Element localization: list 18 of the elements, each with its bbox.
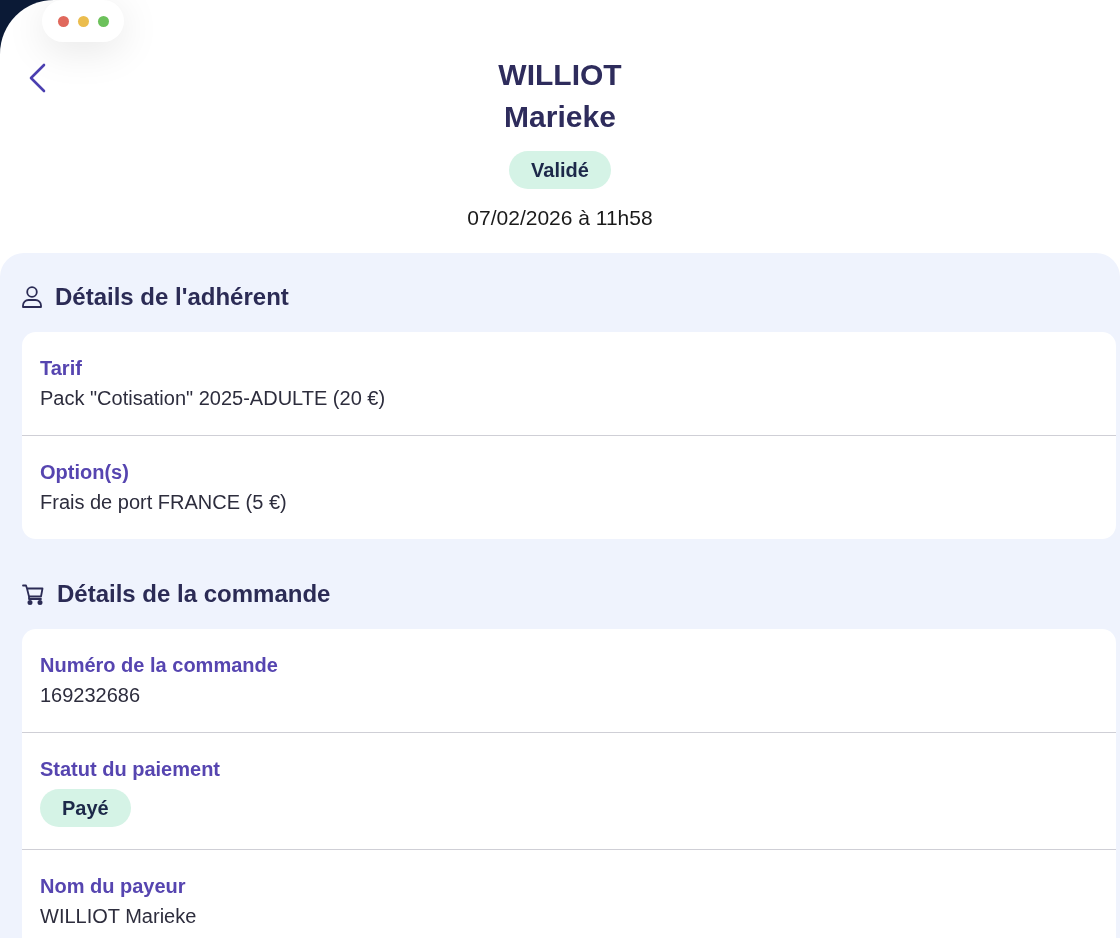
date-time-text: 07/02/2026 à 11h58 [467,205,653,231]
section-heading: Détails de la commande [57,579,331,609]
field-value: Frais de port FRANCE (5 €) [40,490,287,515]
status-badge: Validé [509,151,611,189]
cart-icon [22,583,44,605]
field-label: Nom du payeur [40,874,186,899]
field-value: Pack "Cotisation" 2025-ADULTE (20 €) [40,386,386,411]
field-label: Option(s) [40,460,129,485]
field-label: Tarif [40,356,82,381]
person-icon [22,286,42,308]
field-value: WILLIOT Marieke [40,904,197,929]
section-heading: Détails de l'adhérent [55,282,289,312]
back-icon[interactable] [28,63,46,93]
member-name-heading: WILLIOT Marieke [498,57,622,135]
field-value: 169232686 [40,683,141,708]
payment-status-badge: Payé [40,789,131,827]
field-label: Statut du paiement [40,757,220,782]
field-label: Numéro de la commande [40,653,278,678]
